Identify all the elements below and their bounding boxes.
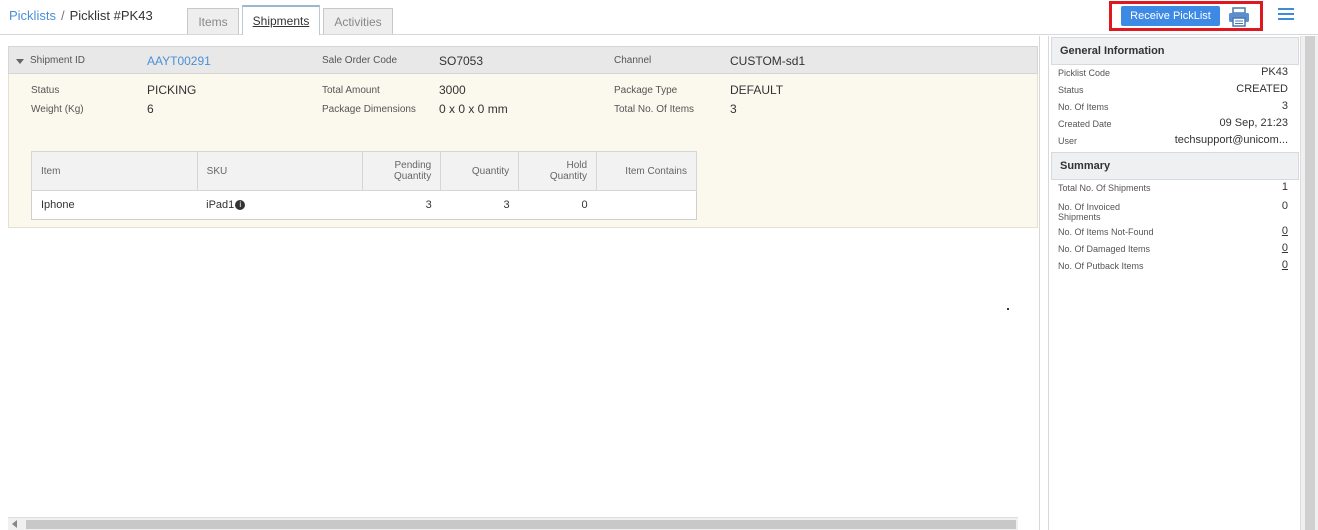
gi-status-label: Status (1058, 85, 1084, 95)
items-table: Item SKU Pending Quantity Quantity Hold … (31, 151, 697, 220)
no-of-items-value: 3 (1281, 100, 1288, 112)
gi-status-value: CREATED (1236, 83, 1288, 95)
shipment-id-link[interactable]: AAYT00291 (147, 54, 211, 68)
total-shipments-label: Total No. Of Shipments (1058, 183, 1151, 193)
picklist-code-value: PK43 (1261, 66, 1288, 78)
shipments-panel: Shipment ID AAYT00291 Sale Order Code SO… (0, 36, 1040, 530)
dimensions-label: Package Dimensions (322, 104, 416, 115)
info-sidebar: General Information Picklist Code PK43 S… (1048, 36, 1300, 530)
putback-items-label: No. Of Putback Items (1058, 261, 1144, 271)
table-row: Iphone iPad1 i 3 3 0 (31, 190, 697, 220)
shipment-details: Status PICKING Total Amount 3000 Package… (8, 74, 1038, 228)
cell-pending-quantity: 3 (362, 190, 441, 220)
total-amount-value: 3000 (439, 83, 466, 97)
app-root: Picklists / Picklist #PK43 Items Shipments… (0, 0, 1318, 530)
horizontal-scrollbar[interactable] (8, 517, 1018, 530)
tab-shipments[interactable]: Shipments (242, 5, 320, 35)
total-shipments-value: 1 (1281, 181, 1288, 193)
weight-value: 6 (147, 102, 154, 116)
scroll-left-arrow-icon[interactable] (12, 520, 17, 528)
info-icon[interactable]: i (235, 200, 246, 211)
cell-sku: iPad1 i (197, 190, 363, 220)
column-header-quantity: Quantity (440, 151, 520, 191)
tab-activities[interactable]: Activities (323, 8, 393, 34)
items-not-found-label: No. Of Items Not-Found (1058, 227, 1154, 237)
top-bar: Picklists / Picklist #PK43 Items Shipments… (0, 0, 1318, 35)
column-header-sku: SKU (196, 151, 364, 191)
items-not-found-link[interactable]: 0 (1282, 225, 1288, 237)
status-value: PICKING (147, 83, 197, 97)
column-header-item-contains: Item Contains (596, 151, 697, 191)
picklist-code-label: Picklist Code (1058, 68, 1111, 78)
shipment-header: Shipment ID AAYT00291 Sale Order Code SO… (8, 46, 1038, 74)
breadcrumb-current: Picklist #PK43 (69, 8, 153, 23)
vertical-scrollbar[interactable] (1300, 36, 1318, 530)
invoiced-shipments-label: No. Of Invoiced Shipments (1058, 202, 1121, 222)
weight-label: Weight (Kg) (31, 104, 84, 115)
summary-header: Summary (1051, 152, 1299, 180)
tab-items[interactable]: Items (187, 8, 239, 34)
stray-dot (1007, 308, 1009, 310)
breadcrumb: Picklists / Picklist #PK43 (9, 8, 153, 23)
hamburger-menu-icon[interactable] (1278, 8, 1294, 24)
scrollbar-thumb[interactable] (26, 520, 1016, 529)
column-header-hold-quantity: Hold Quantity (518, 151, 598, 191)
created-date-value: 09 Sep, 21:23 (1219, 117, 1288, 129)
breadcrumb-separator: / (60, 8, 65, 23)
sale-order-value: SO7053 (439, 54, 484, 68)
damaged-items-link[interactable]: 0 (1282, 242, 1288, 254)
no-of-items-label: No. Of Items (1058, 102, 1109, 112)
breadcrumb-picklists-link[interactable]: Picklists (9, 8, 56, 23)
damaged-items-label: No. Of Damaged Items (1058, 244, 1151, 254)
package-type-value: DEFAULT (730, 83, 784, 97)
status-label: Status (31, 85, 60, 96)
sale-order-label: Sale Order Code (322, 55, 398, 66)
printer-icon[interactable] (1228, 7, 1250, 27)
user-label: User (1058, 136, 1078, 146)
column-header-pending-quantity: Pending Quantity (362, 151, 442, 191)
column-header-item: Item (31, 151, 198, 191)
created-date-label: Created Date (1058, 119, 1112, 129)
invoiced-shipments-value: 0 (1281, 200, 1288, 212)
package-type-label: Package Type (614, 85, 678, 96)
cell-quantity: 3 (440, 190, 519, 220)
user-value: techsupport@unicom... (1174, 134, 1288, 146)
total-amount-label: Total Amount (322, 85, 380, 96)
cell-item-contains (596, 190, 697, 220)
cell-item: Iphone (31, 190, 198, 220)
vertical-scrollbar-thumb[interactable] (1305, 36, 1315, 530)
cell-hold-quantity: 0 (518, 190, 597, 220)
table-header-row: Item SKU Pending Quantity Quantity Hold … (31, 151, 697, 191)
channel-label: Channel (614, 55, 652, 66)
general-information-header: General Information (1051, 37, 1299, 65)
dimensions-value: 0 x 0 x 0 mm (439, 102, 508, 116)
putback-items-link[interactable]: 0 (1282, 259, 1288, 271)
total-items-label: Total No. Of Items (614, 104, 695, 115)
total-items-value: 3 (730, 102, 737, 116)
shipment-id-label: Shipment ID (30, 55, 86, 66)
receive-picklist-button[interactable]: Receive PickList (1121, 6, 1220, 26)
sku-value: iPad1 (206, 199, 235, 211)
channel-value: CUSTOM-sd1 (730, 54, 806, 68)
collapse-caret-icon[interactable] (16, 59, 24, 64)
